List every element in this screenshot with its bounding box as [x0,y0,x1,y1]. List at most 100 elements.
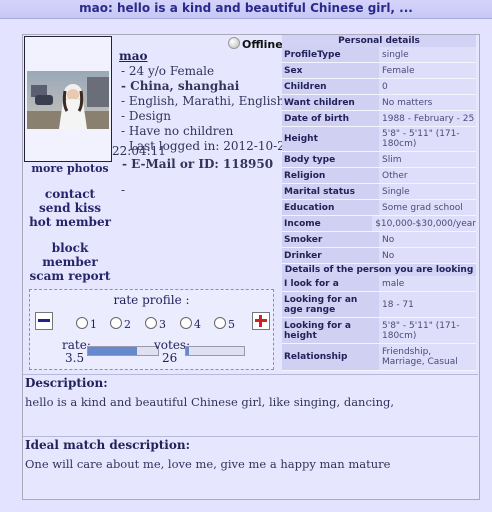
detail-key: Want children [282,95,379,110]
detail-row: Drinker No [282,248,476,264]
detail-value: 0 [379,79,476,94]
rate-option-label: 3 [159,318,166,331]
scam-report-link[interactable]: scam report [24,269,116,283]
radio-circle-icon [214,317,226,329]
ideal-match-title: Ideal match description: [25,438,190,452]
rate-option-4[interactable]: 4 [180,317,201,331]
detail-key: Drinker [282,248,379,263]
status-label: Offline [242,38,283,51]
votes-bar-fill [186,347,189,355]
rate-up-button[interactable] [252,312,270,330]
looking-key: I look for a [282,276,379,291]
detail-value: No [379,248,476,263]
occupation: - Design [121,109,171,123]
radio-circle-icon [76,317,88,329]
detail-value: Some grad school [379,200,476,215]
detail-value: No matters [379,95,476,110]
rate-value: 3.5 [65,351,85,365]
member-id: - E-Mail or ID: 118950 [122,157,274,171]
detail-row: Education Some grad school [282,200,476,216]
detail-key: Body type [282,152,379,167]
rate-down-button[interactable] [35,312,53,330]
profile-name[interactable]: mao [119,49,147,63]
detail-row: Sex Female [282,63,476,79]
personal-details-table: Personal details ProfileType single Sex Fe… [282,35,476,371]
looking-value: 18 - 71 [379,292,476,317]
more-photos-link[interactable]: more photos [24,162,116,176]
looking-row: Relationship Friendship, Marriage, Casual [282,344,476,371]
detail-value: single [379,47,476,62]
ideal-match-text: One will care about me, love me, give me… [25,457,391,471]
detail-key: ProfileType [282,47,379,62]
hot-member-link[interactable]: hot member [24,215,116,229]
looking-row: Looking for an age range 18 - 71 [282,292,476,318]
detail-value: No [379,232,476,247]
contact-link[interactable]: contact [24,187,116,201]
votes-value: 26 [162,351,178,365]
languages: - English, Marathi, English [121,94,285,108]
rate-option-label: 4 [194,318,201,331]
rate-option-3[interactable]: 3 [145,317,166,331]
detail-row: Marital status Single [282,184,476,200]
member-link[interactable]: member [24,255,116,269]
looking-value: male [379,276,476,291]
looking-key: Relationship [282,344,379,370]
profile-photo[interactable] [24,36,112,162]
last-login-time: 22:04:11 [112,144,166,158]
detail-value: Female [379,63,476,78]
looking-for-header: Details of the person you are looking fo… [282,264,476,287]
detail-key: Income [282,216,373,231]
detail-value: $10,000-$30,000/year [372,216,476,231]
profile-photo-image [27,71,109,129]
rate-bar-fill [88,347,137,355]
rate-option-1[interactable]: 1 [76,317,97,331]
detail-row: Body type Slim [282,152,476,168]
detail-key: Date of birth [282,111,379,126]
detail-row: Religion Other [282,168,476,184]
personal-details-header: Personal details [282,35,476,47]
age-sex: - 24 y/o Female [121,64,215,78]
detail-value: 5'8" - 5'11" (171-180cm) [379,127,476,151]
detail-key: Marital status [282,184,379,199]
detail-row: Smoker No [282,232,476,248]
looking-row: I look for a male [282,276,476,292]
divider [23,374,478,375]
detail-row: Height 5'8" - 5'11" (171-180cm) [282,127,476,152]
radio-circle-icon [180,317,192,329]
divider [23,436,478,437]
radio-circle-icon [110,317,122,329]
detail-value: Slim [379,152,476,167]
looking-key: Looking for an age range [282,292,379,317]
page-title: mao: hello is a kind and beautiful Chine… [0,0,492,19]
rate-option-5[interactable]: 5 [214,317,235,331]
rate-option-label: 2 [124,318,131,331]
separator-dash: - [121,183,126,197]
send-kiss-link[interactable]: send kiss [24,201,116,215]
looking-value: 5'8" - 5'11" (171-180cm) [379,318,476,343]
detail-key: Sex [282,63,379,78]
looking-row: Looking for a height 5'8" - 5'11" (171-18… [282,318,476,344]
description-title: Description: [25,376,108,390]
detail-key: Religion [282,168,379,183]
radio-circle-icon [145,317,157,329]
detail-value: Single [379,184,476,199]
detail-row: Income $10,000-$30,000/year [282,216,476,232]
children-info: - Have no children [121,124,234,138]
rate-option-2[interactable]: 2 [110,317,131,331]
rate-bar [87,346,159,356]
rate-profile-label: rate profile : [113,293,190,307]
detail-row: Want children No matters [282,95,476,111]
detail-key: Smoker [282,232,379,247]
rate-option-label: 5 [228,318,235,331]
detail-value: Other [379,168,476,183]
location: - China, shanghai [121,79,240,93]
online-status: Offline [228,37,283,51]
rate-option-label: 1 [90,318,97,331]
profile-summary: - 24 y/o Female - China, shanghai - Engl… [118,64,292,154]
description-text: hello is a kind and beautiful Chinese gi… [25,395,395,409]
looking-key: Looking for a height [282,318,379,343]
detail-key: Education [282,200,379,215]
votes-bar [185,346,245,356]
detail-key: Height [282,127,379,151]
block-link[interactable]: block [24,241,116,255]
